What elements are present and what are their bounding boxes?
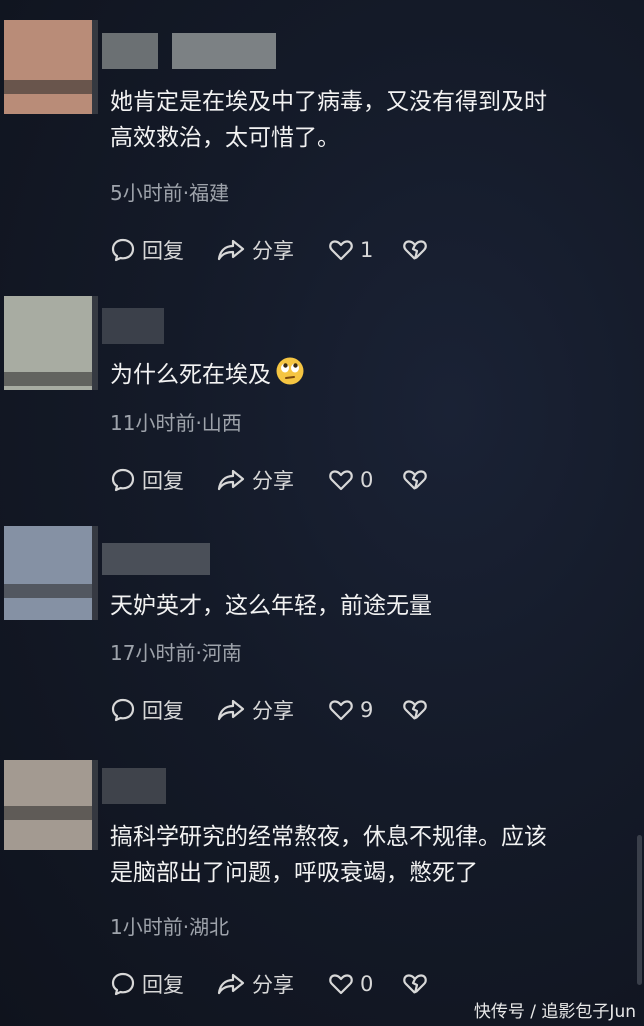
comment-text-line: 搞科学研究的经常熬夜，休息不规律。应该 <box>110 824 547 850</box>
share-button[interactable]: 分享 <box>216 465 328 495</box>
comment-actions: 回复 分享 0 <box>110 464 428 496</box>
broken-heart-icon <box>403 470 427 490</box>
comment-actions: 回复 分享 0 <box>110 968 428 1000</box>
share-label: 分享 <box>252 239 294 263</box>
comment-text-line: 高效救治，太可惜了。 <box>110 125 340 151</box>
like-count: 1 <box>360 238 374 262</box>
comment-text-line: 为什么死在埃及 <box>110 362 271 388</box>
share-label: 分享 <box>252 973 294 997</box>
username[interactable] <box>102 33 276 69</box>
scrollbar[interactable] <box>637 835 642 985</box>
like-button[interactable]: 1 <box>328 238 402 262</box>
dislike-button[interactable] <box>402 698 428 722</box>
comment-text: 搞科学研究的经常熬夜，休息不规律。应该 是脑部出了问题，呼吸衰竭，憋死了 <box>110 819 620 891</box>
avatar[interactable] <box>4 760 98 850</box>
like-count: 0 <box>360 468 374 492</box>
chat-bubble-icon <box>111 238 135 262</box>
heart-icon <box>329 974 353 995</box>
share-button[interactable]: 分享 <box>216 969 328 999</box>
like-button[interactable]: 0 <box>328 468 402 492</box>
reply-button[interactable]: 回复 <box>110 695 216 725</box>
broken-heart-icon <box>403 974 427 994</box>
reply-button[interactable]: 回复 <box>110 235 216 265</box>
avatar[interactable] <box>4 296 98 390</box>
dislike-button[interactable] <box>402 972 428 996</box>
watermark-text: 快传号 / 追影包子Jun <box>473 1002 636 1022</box>
share-button[interactable]: 分享 <box>216 235 328 265</box>
chat-bubble-icon <box>111 698 135 722</box>
like-count: 9 <box>360 698 374 722</box>
reply-button[interactable]: 回复 <box>110 969 216 999</box>
comment-text: 为什么死在埃及 <box>110 356 620 393</box>
comment-text-line: 天妒英才，这么年轻，前途无量 <box>110 593 432 619</box>
username[interactable] <box>102 768 166 804</box>
avatar[interactable] <box>4 526 98 620</box>
like-button[interactable]: 9 <box>328 698 402 722</box>
like-count: 0 <box>360 972 374 996</box>
share-arrow-icon <box>217 973 245 995</box>
share-button[interactable]: 分享 <box>216 695 328 725</box>
broken-heart-icon <box>403 700 427 720</box>
dislike-button[interactable] <box>402 468 428 492</box>
comment-meta: 17小时前·河南 <box>110 641 242 665</box>
share-label: 分享 <box>252 469 294 493</box>
avatar[interactable] <box>4 20 98 114</box>
comment-actions: 回复 分享 9 <box>110 694 428 726</box>
username[interactable] <box>102 543 210 575</box>
share-label: 分享 <box>252 699 294 723</box>
reply-label: 回复 <box>142 239 184 263</box>
heart-icon <box>329 240 353 261</box>
chat-bubble-icon <box>111 468 135 492</box>
share-arrow-icon <box>217 699 245 721</box>
comment-text: 天妒英才，这么年轻，前途无量 <box>110 588 620 624</box>
comment-meta: 5小时前·福建 <box>110 181 230 205</box>
comment-text: 她肯定是在埃及中了病毒，又没有得到及时 高效救治，太可惜了。 <box>110 84 620 156</box>
reply-label: 回复 <box>142 699 184 723</box>
dislike-button[interactable] <box>402 238 428 262</box>
chat-bubble-icon <box>111 972 135 996</box>
share-arrow-icon <box>217 239 245 261</box>
reply-label: 回复 <box>142 469 184 493</box>
share-arrow-icon <box>217 469 245 491</box>
eye-roll-emoji-icon <box>276 357 304 385</box>
reply-label: 回复 <box>142 973 184 997</box>
heart-icon <box>329 700 353 721</box>
comment-meta: 1小时前·湖北 <box>110 915 230 939</box>
reply-button[interactable]: 回复 <box>110 465 216 495</box>
username[interactable] <box>102 308 164 344</box>
comment-text-line: 是脑部出了问题，呼吸衰竭，憋死了 <box>110 860 478 886</box>
heart-icon <box>329 470 353 491</box>
comment-actions: 回复 分享 1 <box>110 234 428 266</box>
like-button[interactable]: 0 <box>328 972 402 996</box>
comment-meta: 11小时前·山西 <box>110 411 242 435</box>
comment-text-line: 她肯定是在埃及中了病毒，又没有得到及时 <box>110 89 547 115</box>
broken-heart-icon <box>403 240 427 260</box>
